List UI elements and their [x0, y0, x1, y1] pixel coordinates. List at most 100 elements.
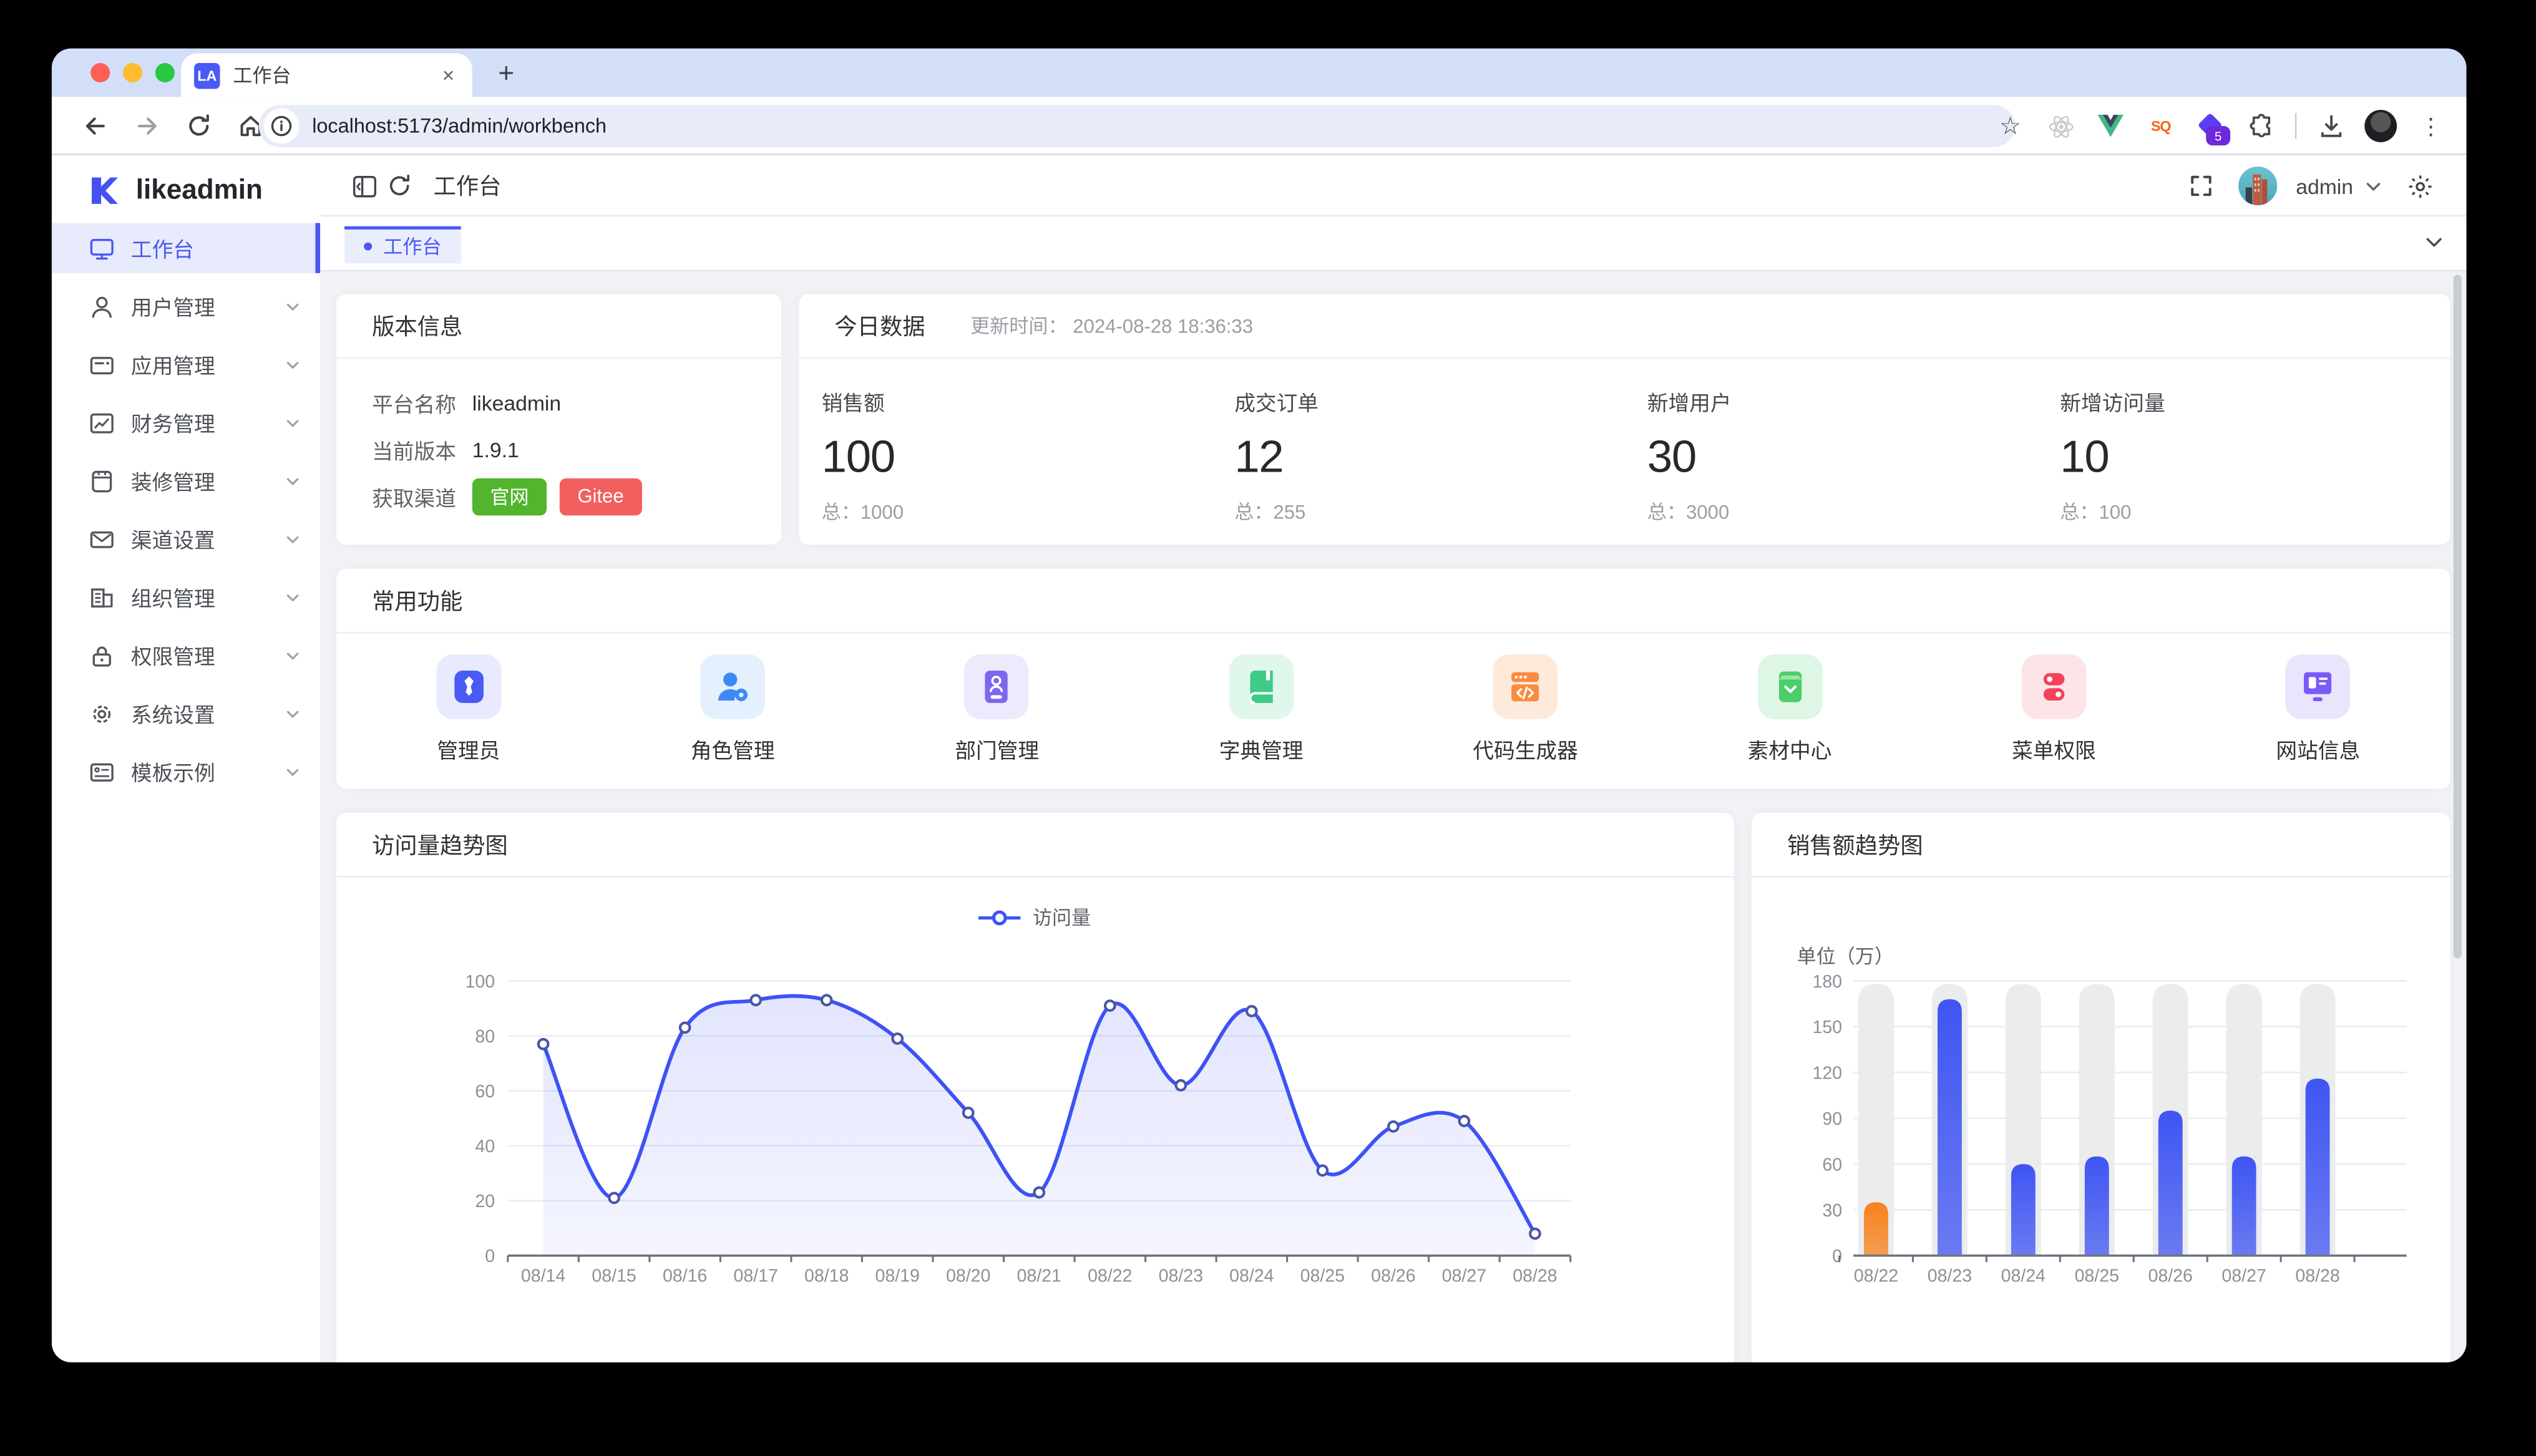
visits-line-chart[interactable]: 02040608010008/1408/1508/1608/1708/1808/…: [336, 813, 1734, 1362]
tabs-chevron-down-icon[interactable]: [2423, 231, 2446, 261]
quick-item-label: 菜单权限: [2012, 734, 2096, 764]
sidebar-item-org[interactable]: 组织管理: [52, 572, 320, 622]
app-icon: [89, 351, 115, 377]
collapse-sidebar-icon[interactable]: [346, 168, 382, 203]
sidebar-item-user[interactable]: 用户管理: [52, 281, 320, 331]
address-bar[interactable]: localhost:5173/admin/workbench: [259, 105, 2016, 147]
svg-text:60: 60: [1822, 1155, 1842, 1175]
browser-profile-avatar[interactable]: [2364, 110, 2397, 142]
svg-text:08/20: 08/20: [946, 1266, 990, 1286]
today-data-card: 今日数据 更新时间： 2024-08-28 18:36:33 销售额100总：1…: [799, 294, 2450, 545]
sidebar-item-app[interactable]: 应用管理: [52, 339, 320, 389]
svg-text:08/24: 08/24: [2001, 1266, 2046, 1286]
sidebar-item-perm[interactable]: 权限管理: [52, 630, 320, 680]
svg-text:08/25: 08/25: [2075, 1266, 2119, 1286]
website-icon: [2286, 654, 2351, 719]
stat-total: 总：100: [2060, 498, 2450, 525]
channel-button-官网[interactable]: 官网: [472, 477, 547, 515]
quick-item-menuauth[interactable]: 菜单权限: [1922, 654, 2186, 764]
downloads-icon[interactable]: [2314, 110, 2347, 142]
chevron-down-icon: [285, 356, 301, 372]
sidebar-item-label: 权限管理: [131, 640, 215, 671]
decorate-icon: [89, 468, 115, 493]
sidebar-item-channel[interactable]: 渠道设置: [52, 514, 320, 564]
svg-text:08/16: 08/16: [663, 1266, 707, 1286]
logo[interactable]: likeadmin: [52, 157, 320, 223]
quick-item-material[interactable]: 素材中心: [1657, 654, 1921, 764]
desktop: LA 工作台 × + localhost:5173/admin/w: [0, 0, 2536, 1456]
site-info-icon[interactable]: [263, 109, 299, 144]
quick-item-codegen[interactable]: 代码生成器: [1393, 654, 1657, 764]
back-icon[interactable]: [74, 104, 116, 146]
stat-total: 总：3000: [1647, 498, 2037, 525]
quick-item-label: 管理员: [437, 734, 500, 764]
quick-item-website[interactable]: 网站信息: [2186, 654, 2450, 764]
version-card-title: 版本信息: [372, 309, 462, 342]
tab-chip-label: 工作台: [383, 233, 441, 260]
version-row-label: 当前版本: [372, 434, 472, 465]
sidebar-item-template[interactable]: 模板示例: [52, 747, 320, 797]
org-icon: [89, 584, 115, 609]
browser-tab[interactable]: LA 工作台 ×: [181, 53, 472, 97]
quick-item-dept[interactable]: 部门管理: [865, 654, 1129, 764]
zoom-window-button[interactable]: [155, 63, 175, 82]
channel-row: 获取渠道官网Gitee: [372, 478, 746, 514]
react-devtools-icon[interactable]: [2044, 110, 2077, 142]
sidebar-item-decorate[interactable]: 装修管理: [52, 456, 320, 506]
user-avatar[interactable]: [2238, 167, 2276, 205]
sidebar-item-workbench[interactable]: 工作台: [52, 223, 320, 273]
sq-extension-icon[interactable]: SQ: [2145, 110, 2177, 142]
traffic-lights: [90, 63, 175, 82]
svg-text:60: 60: [475, 1082, 495, 1102]
fullscreen-icon[interactable]: [2183, 168, 2218, 203]
sales-bar-chart[interactable]: 030609012015018008/2208/2308/2408/2508/2…: [1752, 813, 2451, 1362]
extension-badge: 5: [2206, 126, 2230, 145]
chevron-down-icon: [285, 414, 301, 430]
sales-trend-card: 销售额趋势图 单位（万） 030609012015018008/2208/230…: [1752, 813, 2451, 1362]
user-chevron-down-icon[interactable]: [2363, 168, 2382, 203]
user-icon: [89, 293, 115, 319]
sidebar-item-label: 渠道设置: [131, 523, 215, 554]
refresh-page-icon[interactable]: [382, 168, 417, 203]
svg-text:150: 150: [1812, 1017, 1842, 1037]
vue-devtools-icon[interactable]: [2094, 110, 2127, 142]
reload-icon[interactable]: [178, 104, 220, 146]
username[interactable]: admin: [2296, 173, 2353, 198]
quick-item-admin[interactable]: 管理员: [336, 654, 600, 764]
svg-text:08/23: 08/23: [1928, 1266, 1972, 1286]
quick-item-label: 素材中心: [1748, 734, 1832, 764]
quick-item-label: 字典管理: [1219, 734, 1304, 764]
chevron-down-icon: [285, 589, 301, 605]
diamond-extension-icon[interactable]: 5: [2195, 110, 2227, 142]
active-dot: [364, 243, 372, 251]
svg-text:08/27: 08/27: [2221, 1266, 2266, 1286]
logo-text: likeadmin: [136, 173, 263, 206]
svg-text:08/18: 08/18: [804, 1266, 849, 1286]
stat-value: 12: [1234, 432, 1624, 483]
sidebar-item-finance[interactable]: 财务管理: [52, 397, 320, 447]
forward-icon[interactable]: [126, 104, 168, 146]
extensions-puzzle-icon[interactable]: [2245, 110, 2277, 142]
minimize-window-button[interactable]: [123, 63, 142, 82]
toolbar-divider: [2295, 113, 2297, 138]
tab-chip-workbench[interactable]: 工作台: [344, 226, 461, 264]
quick-card-title: 常用功能: [372, 584, 462, 616]
admin-icon: [436, 654, 501, 719]
new-tab-button[interactable]: +: [485, 53, 527, 95]
settings-gear-icon[interactable]: [2402, 168, 2437, 203]
quick-item-dict[interactable]: 字典管理: [1129, 654, 1393, 764]
sidebar-item-label: 财务管理: [131, 407, 215, 438]
close-window-button[interactable]: [90, 63, 110, 82]
content-scrollbar[interactable]: [2454, 274, 2462, 958]
channel-button-Gitee[interactable]: Gitee: [560, 477, 641, 515]
visits-trend-card: 访问量趋势图 访问量 02040608010008/1408/1508/1608…: [336, 813, 1734, 1362]
quick-item-role[interactable]: 角色管理: [601, 654, 865, 764]
sidebar-item-settings[interactable]: 系统设置: [52, 689, 320, 739]
bookmark-star-icon[interactable]: ☆: [1994, 110, 2027, 142]
stat-销售额: 销售额100总：1000: [799, 386, 1212, 525]
svg-text:08/24: 08/24: [1229, 1266, 1274, 1286]
tab-close-icon[interactable]: ×: [437, 63, 459, 87]
browser-menu-icon[interactable]: ⋮: [2415, 110, 2447, 142]
quick-item-label: 网站信息: [2276, 734, 2360, 764]
stat-value: 30: [1647, 432, 2037, 483]
